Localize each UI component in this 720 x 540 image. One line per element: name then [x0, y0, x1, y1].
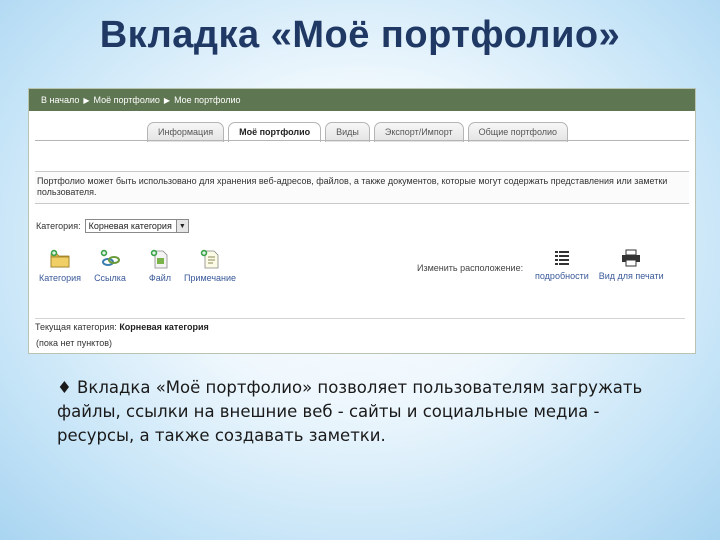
portfolio-screenshot: В начало ▶ Моё портфолио ▶ Мое портфолио…: [28, 88, 696, 354]
slide-title: Вкладка «Моё портфолио»: [99, 14, 621, 56]
tab-views[interactable]: Виды: [325, 122, 370, 142]
add-link-label: Ссылка: [94, 273, 126, 283]
tab-shared-portfolios[interactable]: Общие портфолио: [467, 122, 569, 142]
add-item-toolbar: Категория Ссылка Файл Примечание: [35, 249, 237, 283]
current-category: Текущая категория: Корневая категория: [35, 318, 685, 332]
empty-items-text: (пока нет пунктов): [36, 338, 113, 348]
link-icon: [100, 249, 120, 266]
tab-export-import[interactable]: Экспорт/Импорт: [373, 122, 464, 142]
note-icon: [200, 249, 219, 269]
breadcrumb-home-link[interactable]: В начало: [41, 95, 79, 105]
file-icon: [150, 249, 168, 269]
add-category-button[interactable]: Категория: [35, 249, 85, 283]
add-category-label: Категория: [38, 273, 82, 283]
add-file-label: Файл: [148, 273, 172, 283]
tab-info[interactable]: Информация: [147, 122, 225, 142]
list-icon: [554, 251, 569, 265]
folder-icon: [50, 249, 70, 268]
add-note-button[interactable]: Примечание: [183, 249, 237, 283]
tab-bar: Информация Моё портфолио Виды Экспорт/Им…: [147, 122, 569, 142]
portfolio-description: Портфолио может быть использовано для хр…: [35, 171, 689, 204]
category-select[interactable]: Корневая категория ▼: [84, 219, 189, 233]
current-category-label: Текущая категория:: [35, 322, 117, 332]
print-view-button[interactable]: Вид для печати: [599, 249, 664, 281]
view-toolbar: подробности Вид для печати: [535, 249, 664, 281]
slide-caption: ♦ Вкладка «Моё портфолио» позволяет поль…: [57, 378, 643, 445]
chevron-down-icon: ▼: [175, 220, 188, 232]
category-select-value: Корневая категория: [88, 221, 172, 231]
breadcrumb-separator-icon: ▶: [83, 95, 90, 105]
breadcrumb-separator-icon: ▶: [163, 95, 171, 105]
add-file-button[interactable]: Файл: [135, 249, 185, 283]
current-category-value: Корневая категория: [119, 322, 209, 332]
breadcrumb: В начало ▶ Моё портфолио ▶ Мое портфолио: [29, 89, 695, 111]
tab-my-portfolio[interactable]: Моё портфолио: [228, 122, 322, 142]
tab-divider: [35, 140, 689, 141]
print-view-label: Вид для печати: [598, 271, 664, 281]
breadcrumb-current: Мое портфолио: [174, 95, 241, 105]
printer-icon: [622, 249, 641, 267]
change-layout-link[interactable]: Изменить расположение:: [417, 263, 523, 273]
details-view-button[interactable]: подробности: [535, 249, 589, 281]
add-link-button[interactable]: Ссылка: [85, 249, 135, 283]
category-selector: Категория: Корневая категория ▼: [36, 219, 189, 233]
breadcrumb-portfolio-link[interactable]: Моё портфолио: [94, 95, 160, 105]
details-view-label: подробности: [535, 271, 589, 281]
category-label: Категория:: [36, 221, 81, 231]
add-note-label: Примечание: [183, 273, 237, 283]
